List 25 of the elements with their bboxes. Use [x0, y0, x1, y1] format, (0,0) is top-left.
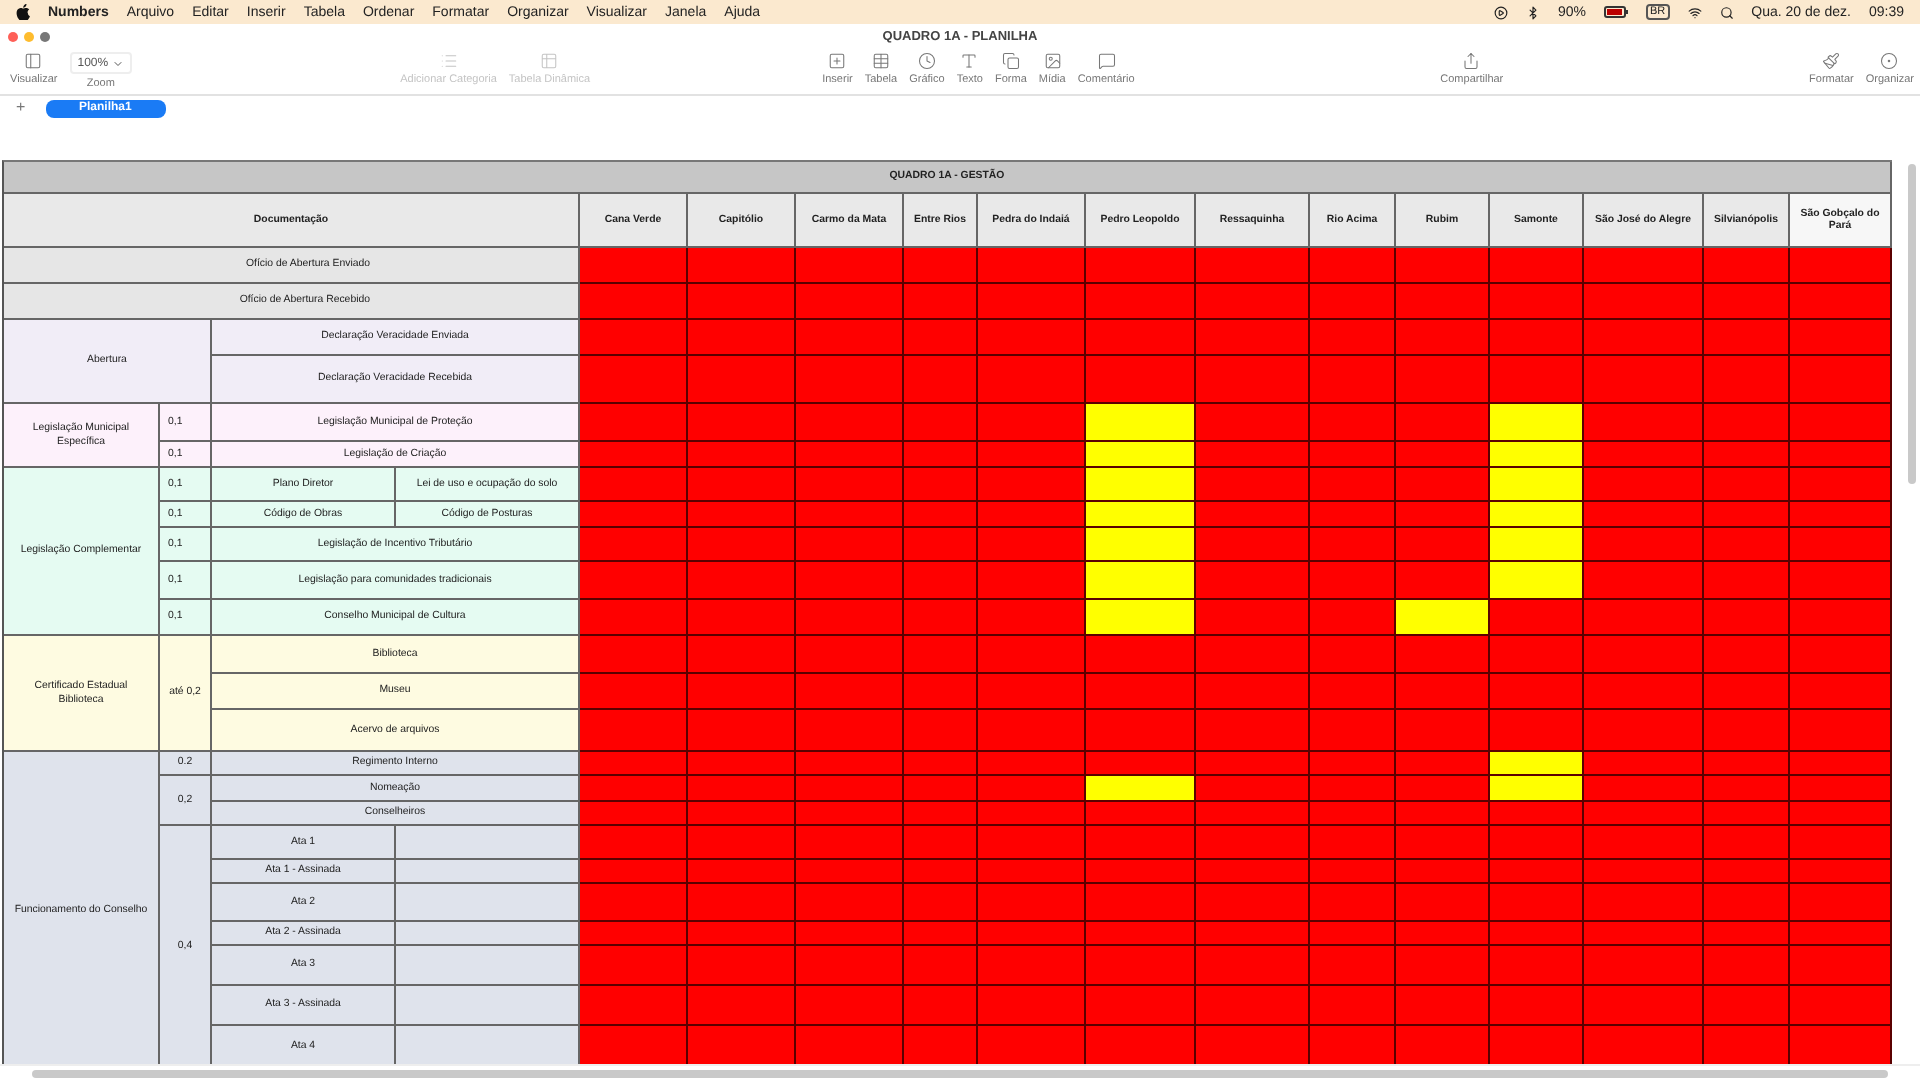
table-icon — [871, 52, 890, 70]
plus-square-icon — [828, 52, 847, 70]
shapes-icon — [1001, 52, 1020, 70]
bluetooth-icon[interactable] — [1525, 5, 1540, 19]
paintbrush-icon — [1822, 52, 1841, 70]
apple-logo-icon[interactable] — [16, 4, 30, 20]
table-icon — [540, 52, 559, 70]
list-icon — [439, 52, 458, 70]
chevron-down-icon — [112, 57, 125, 69]
clock-icon — [917, 52, 936, 70]
image-icon — [1043, 52, 1062, 70]
text-box-icon — [960, 52, 979, 70]
comment-icon — [1097, 52, 1116, 70]
circle-icon — [1880, 52, 1899, 70]
close-button[interactable] — [8, 31, 18, 41]
sidebar-icon — [24, 52, 43, 70]
share-icon — [1462, 52, 1481, 70]
play-icon[interactable] — [1493, 5, 1508, 19]
battery-icon[interactable] — [1604, 6, 1628, 18]
add-sheet-button[interactable]: + — [16, 100, 26, 116]
scrollbar[interactable] — [1908, 164, 1916, 484]
wifi-icon[interactable] — [1687, 5, 1702, 19]
zoom-button[interactable] — [40, 31, 50, 41]
scrollbar[interactable] — [32, 1069, 1888, 1077]
search-icon[interactable] — [1719, 5, 1734, 19]
